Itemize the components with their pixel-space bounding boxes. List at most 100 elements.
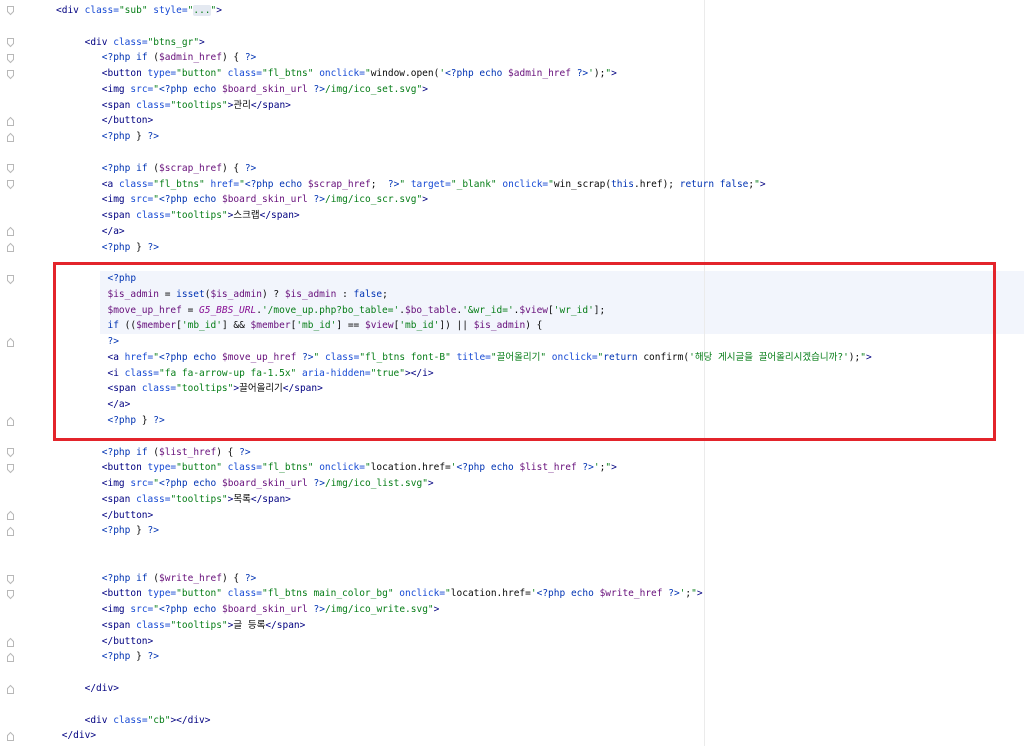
- code-line[interactable]: </a>: [56, 224, 1024, 240]
- code-line[interactable]: ?>: [56, 334, 1024, 350]
- html-tag-token[interactable]: >: [611, 68, 617, 79]
- fold-open-icon[interactable]: [7, 164, 14, 174]
- variable-token[interactable]: $board_skin_url: [222, 84, 308, 95]
- php-tag-token[interactable]: ?>: [239, 447, 250, 458]
- html-tag-token[interactable]: <span: [102, 210, 131, 221]
- code-line[interactable]: </div>: [56, 728, 1024, 744]
- html-tag-token[interactable]: <span: [107, 383, 136, 394]
- code-line[interactable]: <?php if ($scrap_href) { ?>: [56, 161, 1024, 177]
- code-line[interactable]: [56, 145, 1024, 161]
- code-line[interactable]: <i class="fa fa-arrow-up fa-1.5x" aria-h…: [56, 366, 1024, 382]
- text-token[interactable]: 스크랩: [233, 210, 259, 221]
- attribute-name-token[interactable]: type=: [148, 462, 177, 473]
- code-line[interactable]: [56, 665, 1024, 681]
- variable-token[interactable]: $member: [251, 320, 291, 331]
- text-token[interactable]: [56, 100, 102, 111]
- keyword-token[interactable]: isset: [176, 289, 205, 300]
- text-token[interactable]: (: [148, 163, 159, 174]
- code-area[interactable]: <div class="sub" style="..."> <div class…: [56, 3, 1024, 744]
- text-token[interactable]: }: [130, 651, 147, 662]
- keyword-token[interactable]: echo: [193, 604, 216, 615]
- text-token[interactable]: [56, 179, 102, 190]
- fold-close-icon[interactable]: [7, 227, 14, 237]
- text-token[interactable]: ) ?: [262, 289, 285, 300]
- fold-close-icon[interactable]: [7, 511, 14, 521]
- attribute-name-token[interactable]: class=: [228, 68, 262, 79]
- attribute-name-token[interactable]: type=: [148, 588, 177, 599]
- code-line[interactable]: <?php } ?>: [56, 649, 1024, 665]
- string-token[interactable]: "tooltips": [170, 620, 227, 631]
- string-token[interactable]: "cb": [148, 715, 171, 726]
- code-line[interactable]: <?php if ($list_href) { ?>: [56, 445, 1024, 461]
- php-tag-token[interactable]: ?>: [245, 573, 256, 584]
- text-token[interactable]: =: [182, 305, 199, 316]
- text-token[interactable]: [56, 84, 102, 95]
- keyword-token[interactable]: echo: [193, 478, 216, 489]
- text-token[interactable]: (: [148, 52, 159, 63]
- string-token[interactable]: "sub": [119, 5, 148, 16]
- string-token[interactable]: "true": [371, 368, 405, 379]
- keyword-token[interactable]: if: [136, 573, 147, 584]
- html-tag-token[interactable]: <span: [102, 620, 131, 631]
- keyword-token[interactable]: this: [611, 179, 634, 190]
- fold-close-icon[interactable]: [7, 653, 14, 663]
- php-tag-token[interactable]: ?>: [245, 163, 256, 174]
- html-tag-token[interactable]: >: [760, 179, 766, 190]
- string-token[interactable]: "tooltips": [170, 210, 227, 221]
- code-line[interactable]: <?php if ($admin_href) { ?>: [56, 50, 1024, 66]
- html-tag-token[interactable]: <div: [85, 715, 108, 726]
- text-token[interactable]: (: [148, 573, 159, 584]
- text-token[interactable]: 관리: [233, 100, 250, 111]
- text-token[interactable]: );: [594, 68, 605, 79]
- string-token[interactable]: "fa fa-arrow-up fa-1.5x": [159, 368, 296, 379]
- php-tag-token[interactable]: <?php: [537, 588, 566, 599]
- code-line[interactable]: <?php if ($write_href) { ?>: [56, 571, 1024, 587]
- php-tag-token[interactable]: <?php: [102, 163, 131, 174]
- variable-token[interactable]: $list_href: [519, 462, 576, 473]
- string-token[interactable]: "끌어올리기": [491, 352, 546, 363]
- constant-token[interactable]: G5_BBS_URL: [199, 305, 256, 316]
- text-token[interactable]: [56, 163, 102, 174]
- string-token[interactable]: "fl_btns": [262, 462, 313, 473]
- fold-open-icon[interactable]: [7, 38, 14, 48]
- html-tag-token[interactable]: </a>: [102, 226, 125, 237]
- text-token[interactable]: [56, 210, 102, 221]
- php-tag-token[interactable]: ?>: [314, 194, 325, 205]
- code-line[interactable]: if (($member['mb_id'] && $member['mb_id'…: [56, 318, 1024, 334]
- text-token[interactable]: [56, 478, 102, 489]
- php-tag-token[interactable]: ?>: [302, 352, 313, 363]
- html-tag-token[interactable]: </span>: [260, 210, 300, 221]
- text-token[interactable]: [56, 447, 102, 458]
- code-line[interactable]: <?php: [56, 271, 1024, 287]
- variable-token[interactable]: $is_admin: [474, 320, 525, 331]
- html-tag-token[interactable]: >: [434, 604, 440, 615]
- html-tag-token[interactable]: >: [611, 462, 617, 473]
- string-token[interactable]: /img/ico_set.svg": [325, 84, 422, 95]
- code-editor[interactable]: <div class="sub" style="..."> <div class…: [0, 0, 1024, 746]
- keyword-token[interactable]: false: [720, 179, 749, 190]
- text-token[interactable]: [56, 226, 102, 237]
- php-tag-token[interactable]: <?php: [245, 179, 274, 190]
- php-tag-token[interactable]: ?>: [107, 336, 118, 347]
- html-tag-token[interactable]: ></i>: [405, 368, 434, 379]
- attribute-name-token[interactable]: href=: [211, 179, 240, 190]
- text-token[interactable]: ) {: [222, 52, 245, 63]
- code-line[interactable]: </a>: [56, 397, 1024, 413]
- variable-token[interactable]: $is_admin: [285, 289, 336, 300]
- php-tag-token[interactable]: <?php: [159, 194, 188, 205]
- php-tag-token[interactable]: <?php: [102, 525, 131, 536]
- string-token[interactable]: /img/ico_scr.svg": [325, 194, 422, 205]
- text-token[interactable]: ;: [371, 179, 388, 190]
- variable-token[interactable]: $is_admin: [210, 289, 261, 300]
- variable-token[interactable]: $list_href: [159, 447, 216, 458]
- text-token[interactable]: [56, 399, 107, 410]
- code-line[interactable]: <span class="tooltips">스크랩</span>: [56, 208, 1024, 224]
- fold-close-icon[interactable]: [7, 637, 14, 647]
- keyword-token[interactable]: echo: [193, 84, 216, 95]
- html-tag-token[interactable]: <img: [102, 604, 125, 615]
- text-token[interactable]: [56, 636, 102, 647]
- string-token[interactable]: "fl_btns font-B": [359, 352, 451, 363]
- php-tag-token[interactable]: ?>: [148, 242, 159, 253]
- keyword-token[interactable]: return: [680, 179, 714, 190]
- code-line[interactable]: <span class="tooltips">끌어올리기</span>: [56, 381, 1024, 397]
